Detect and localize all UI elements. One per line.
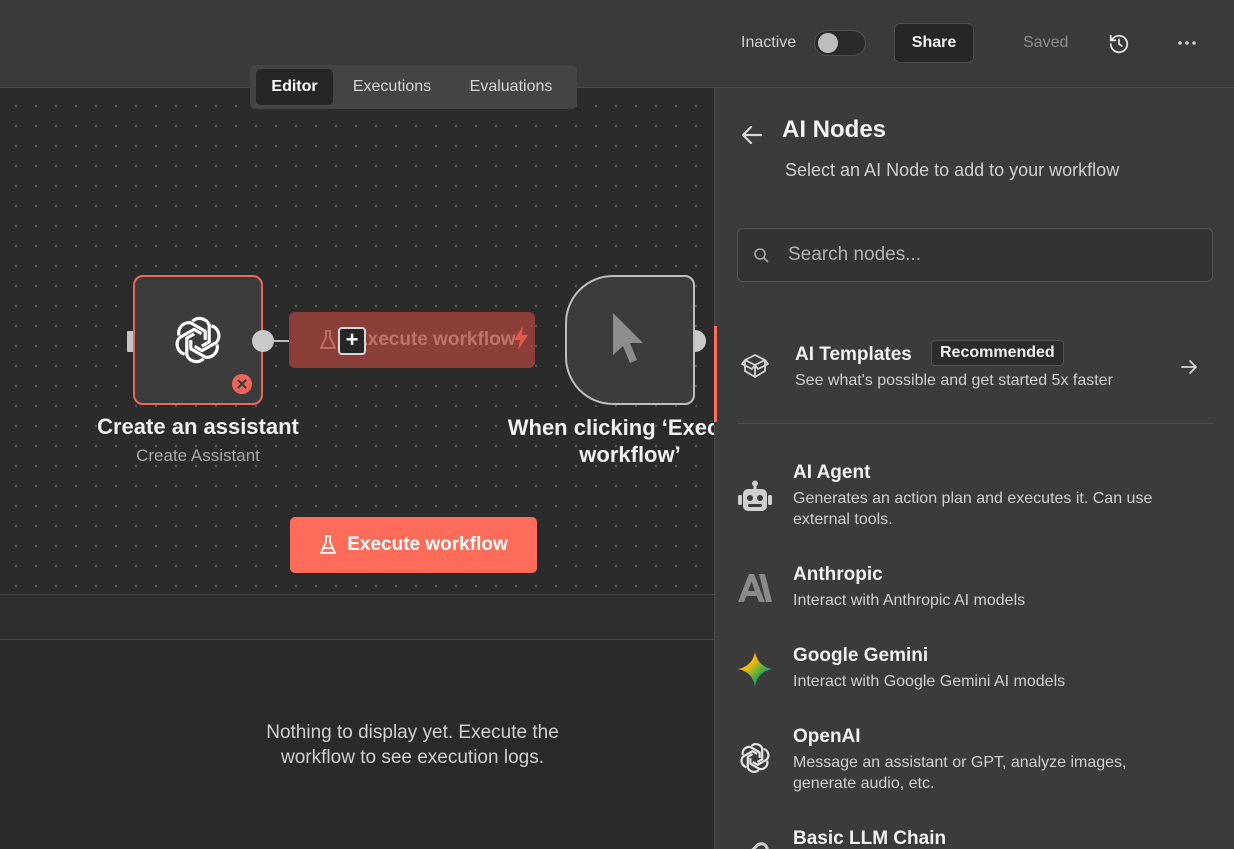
anthropic-icon bbox=[738, 574, 772, 602]
node-create-assistant[interactable] bbox=[133, 275, 263, 405]
ai-templates-item[interactable]: AI Templates Recommended See what's poss… bbox=[737, 324, 1213, 424]
back-arrow-icon[interactable] bbox=[739, 122, 765, 148]
search-input[interactable] bbox=[788, 239, 1188, 271]
node-item-openai[interactable]: OpenAI Message an assistant or GPT, anal… bbox=[737, 726, 1213, 796]
gemini-icon bbox=[737, 651, 773, 687]
top-header: Inactive Share Saved bbox=[0, 0, 1234, 88]
node-item-title: Anthropic bbox=[793, 564, 883, 585]
node-item-description: Message an assistant or GPT, analyze ima… bbox=[793, 754, 1127, 792]
tab-evaluations[interactable]: Evaluations bbox=[456, 69, 566, 105]
node-item-google-gemini[interactable]: Google Gemini Interact with Google Gemin… bbox=[737, 645, 1213, 695]
recommended-badge: Recommended bbox=[931, 340, 1064, 366]
panel-title: AI Nodes bbox=[782, 116, 887, 143]
logs-empty-line1: Nothing to display yet. Execute the bbox=[266, 722, 559, 743]
node-item-description: Interact with Anthropic AI models bbox=[793, 592, 1026, 609]
workflow-editor: Inactive Share Saved Editor Executions E… bbox=[0, 0, 1234, 849]
arrow-right-icon bbox=[1181, 360, 1197, 374]
ai-templates-description: See what's possible and get started 5x f… bbox=[795, 372, 1113, 389]
ai-templates-title: AI Templates bbox=[795, 344, 912, 365]
ghost-execute-workflow: Execute workflow bbox=[289, 312, 535, 368]
node-item-basic-llm-chain[interactable]: Basic LLM Chain bbox=[737, 828, 1213, 849]
logs-header[interactable] bbox=[0, 594, 715, 640]
node-subtitle: Create Assistant bbox=[136, 446, 260, 465]
drop-indicator bbox=[714, 326, 717, 422]
tab-executions[interactable]: Executions bbox=[338, 69, 446, 105]
node-item-title: OpenAI bbox=[793, 726, 861, 747]
node-item-title: AI Agent bbox=[793, 462, 871, 483]
workflow-status-label: Inactive bbox=[741, 34, 797, 51]
openai-icon bbox=[175, 316, 221, 364]
logs-empty-line2: workflow to see execution logs. bbox=[281, 747, 544, 768]
node-manual-trigger[interactable] bbox=[565, 275, 695, 405]
lightning-icon bbox=[514, 326, 528, 350]
box-icon bbox=[741, 354, 769, 378]
node-output-port[interactable] bbox=[252, 330, 274, 352]
flask-icon bbox=[320, 535, 337, 554]
saved-status: Saved bbox=[1023, 34, 1069, 51]
flask-icon bbox=[320, 330, 336, 349]
execute-workflow-button[interactable]: Execute workflow bbox=[290, 517, 537, 573]
search-icon bbox=[754, 248, 769, 263]
tab-editor[interactable]: Editor bbox=[256, 69, 333, 105]
history-icon[interactable] bbox=[1108, 33, 1130, 55]
more-options-icon[interactable] bbox=[1175, 33, 1199, 53]
ai-nodes-panel: AI Nodes Select an AI Node to add to you… bbox=[714, 88, 1234, 849]
node-title: Create an assistant bbox=[97, 414, 299, 439]
error-icon bbox=[232, 374, 252, 394]
cursor-icon bbox=[613, 313, 643, 363]
active-toggle[interactable] bbox=[814, 30, 866, 56]
robot-icon bbox=[738, 480, 772, 511]
node-item-anthropic[interactable]: Anthropic Interact with Anthropic AI mod… bbox=[737, 564, 1213, 614]
execute-workflow-label: Execute workflow bbox=[347, 534, 508, 555]
toggle-knob bbox=[818, 33, 838, 53]
node-item-title: Basic LLM Chain bbox=[793, 828, 947, 849]
node-item-description: Generates an action plan and executes it… bbox=[793, 490, 1153, 528]
node-item-title: Google Gemini bbox=[793, 645, 929, 666]
link-icon bbox=[751, 842, 769, 849]
openai-icon bbox=[740, 743, 770, 773]
ghost-execute-label: Execute workflow bbox=[355, 329, 516, 350]
node-item-ai-agent[interactable]: AI Agent Generates an action plan and ex… bbox=[737, 462, 1213, 532]
view-tabs: Editor Executions Evaluations bbox=[250, 65, 577, 109]
search-box bbox=[737, 228, 1213, 282]
node-item-description: Interact with Google Gemini AI models bbox=[793, 673, 1066, 690]
add-node-button[interactable]: + bbox=[338, 327, 366, 355]
panel-subtitle: Select an AI Node to add to your workflo… bbox=[785, 160, 1120, 180]
share-button[interactable]: Share bbox=[894, 23, 974, 63]
logs-empty-message: Nothing to display yet. Execute the work… bbox=[200, 720, 625, 770]
